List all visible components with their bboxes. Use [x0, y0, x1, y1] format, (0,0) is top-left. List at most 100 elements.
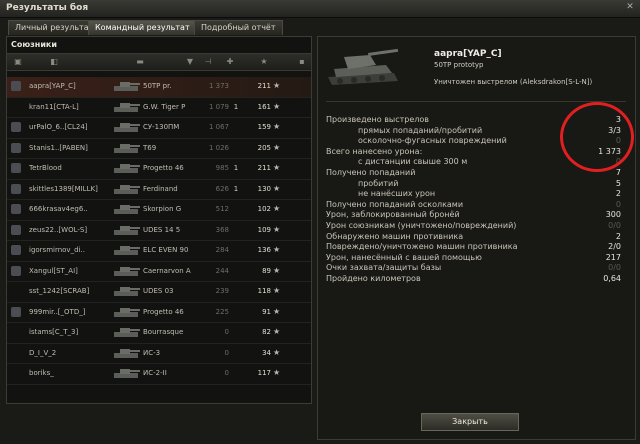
xp-sort-icon[interactable]: ★	[259, 57, 269, 67]
xp-value: 211	[257, 164, 271, 172]
damage-value: 239	[215, 287, 229, 295]
stat-label: осколочно-фугасных повреждений	[358, 136, 507, 146]
stat-row: Очки захвата/защиты базы 0/0	[318, 263, 635, 273]
stat-value: 217	[605, 252, 621, 262]
damage-value: 368	[215, 225, 229, 234]
damage-value: 1 079	[208, 102, 229, 111]
table-row[interactable]: 999mir..[_OTD_] Progetto 46 225 91 ★	[7, 303, 311, 323]
table-row[interactable]: Xangul[ST_AI] Caernarvon A 244 89 ★	[7, 262, 311, 282]
table-row[interactable]: Stanis1..[PABEN] T69 1 026 205 ★	[7, 139, 311, 159]
star-icon: ★	[273, 265, 281, 275]
star-icon: ★	[273, 101, 281, 111]
window-titlebar: Результаты боя ✕	[0, 0, 640, 18]
stat-value: 0,64	[603, 274, 621, 283]
vehicle-name: Progetto 46	[143, 164, 184, 172]
star-icon: ★	[273, 142, 281, 152]
highlight-ring	[560, 102, 634, 172]
table-row[interactable]: zeus22..[WOL-S] UDES 14 5 368 109 ★	[7, 221, 311, 241]
stat-label: Получено попаданий осколками	[326, 199, 464, 209]
stat-label: Повреждено/уничтожено машин противника	[326, 242, 518, 252]
tank-icon	[114, 164, 140, 173]
table-row[interactable]: urPalO_6..[CL24] СУ-130ПМ 1 067 159 ★	[7, 118, 311, 139]
star-icon: ★	[273, 122, 281, 131]
xp-value: 130	[257, 184, 271, 193]
tank-icon	[114, 205, 140, 214]
divider	[326, 101, 626, 102]
vehicle-name: ИС-3	[143, 348, 161, 357]
clan-icon	[11, 306, 21, 317]
kills-value: 1	[233, 184, 239, 193]
star-icon: ★	[273, 81, 281, 90]
clan-icon	[11, 245, 21, 255]
column-header-row: ▣ ◧ ▬ ▼ ⊣ ✚ ★ ▪	[7, 53, 311, 71]
vehicle-name: СУ-130ПМ	[143, 123, 180, 131]
stat-label: Урон союзникам (уничтожено/повреждений)	[326, 221, 517, 230]
stat-label: Очки захвата/защиты базы	[326, 263, 442, 273]
star-icon: ★	[273, 224, 281, 234]
xp-value: 161	[257, 102, 271, 111]
clan-icon	[11, 204, 21, 214]
tank-sort-icon[interactable]: ▬	[125, 57, 155, 67]
table-row[interactable]: boriks_ ИС-2-II 0 117 ★	[7, 364, 311, 385]
vehicle-name: Ferdinand	[143, 184, 178, 193]
table-row[interactable]: 666krasav4eg6.. Skorpion G 512 102 ★	[7, 200, 311, 221]
stat-value: 0/0	[608, 263, 621, 273]
stat-row: Обнаружено машин противника 2	[318, 232, 635, 242]
table-row[interactable]: sst_1242[SCRAB] UDES 03 239 118 ★	[7, 282, 311, 303]
tank-icon	[114, 225, 140, 235]
table-row[interactable]: istams[C_T_3] Bourrasque 0 82 ★	[7, 323, 311, 344]
tank-icon	[114, 369, 140, 378]
stat-label: прямых попаданий/пробитий	[358, 125, 483, 135]
damage-value: 1 026	[208, 143, 229, 152]
star-icon: ★	[273, 163, 281, 172]
squad-icon[interactable]: ▣	[13, 57, 23, 67]
tank-icon	[114, 123, 140, 132]
xp-value: 102	[257, 205, 271, 213]
tab-detailed-report[interactable]: Подробный отчёт	[194, 20, 283, 35]
tab-personal-result[interactable]: Личный результат	[8, 20, 101, 35]
stat-value: 0/0	[608, 221, 621, 230]
tank-icon	[114, 184, 140, 194]
star-icon: ★	[273, 327, 281, 336]
table-row[interactable]: skittles1389[MILLK] Ferdinand 626 1 130 …	[7, 180, 311, 200]
damage-value: 512	[215, 205, 229, 213]
table-row[interactable]: D_I_V_2 ИС-3 0 34 ★	[7, 344, 311, 364]
kills-value: 1	[233, 102, 239, 111]
xp-value: 91	[262, 307, 271, 316]
clan-icon	[11, 142, 21, 153]
vehicle-name: T69	[143, 143, 157, 152]
vehicle-name: ELC EVEN 90	[143, 246, 189, 254]
xp-value: 136	[257, 246, 271, 254]
stat-row: Урон союзникам (уничтожено/повреждений) 0…	[318, 221, 635, 231]
tab-team-result[interactable]: Командный результат	[88, 20, 197, 35]
stat-label: не нанёсших урон	[358, 189, 436, 199]
close-button[interactable]: Закрыть	[421, 413, 519, 431]
status-sort-icon[interactable]: ▪	[297, 57, 307, 67]
stat-value: 2/0	[608, 242, 621, 252]
stat-label: Урон, нанесённый с вашей помощью	[326, 252, 482, 262]
kills-sort-icon[interactable]: ✚	[225, 57, 235, 67]
stat-row: не нанёсших урон 2	[318, 189, 635, 199]
table-row[interactable]: aapra[YAP_C] 50TP pr. 1 373 211 ★	[7, 77, 311, 98]
xp-value: 118	[257, 287, 271, 295]
player-sort-icon[interactable]: ◧	[49, 57, 59, 67]
star-icon: ★	[273, 368, 281, 377]
chevron-down-icon[interactable]: ▼	[185, 57, 195, 67]
tank-icon	[114, 143, 140, 153]
stat-row: Урон, нанесённый с вашей помощью 217	[318, 253, 635, 263]
table-row[interactable]: kran11[CTA-L] G.W. Tiger P 1 079 1 161 ★	[7, 98, 311, 118]
damage-sort-icon[interactable]: ⊣	[203, 57, 213, 67]
tank-icon	[114, 102, 140, 112]
allies-list: aapra[YAP_C] 50TP pr. 1 373 211 ★ kran11…	[7, 77, 311, 385]
stat-label: с дистанции свыше 300 м	[358, 157, 468, 167]
vehicle-name: G.W. Tiger P	[143, 102, 186, 111]
star-icon: ★	[273, 286, 281, 295]
clan-icon	[11, 81, 21, 91]
table-row[interactable]: TetrBlood Progetto 46 985 1 211 ★	[7, 159, 311, 180]
close-window-icon[interactable]: ✕	[624, 2, 636, 14]
table-row[interactable]: igorsmirnov_di.. ELC EVEN 90 284 136 ★	[7, 241, 311, 262]
vehicle-name: 50TP pr.	[143, 82, 172, 90]
xp-value: 211	[257, 82, 271, 90]
tank-icon	[114, 246, 140, 255]
damage-value: 225	[215, 307, 229, 316]
